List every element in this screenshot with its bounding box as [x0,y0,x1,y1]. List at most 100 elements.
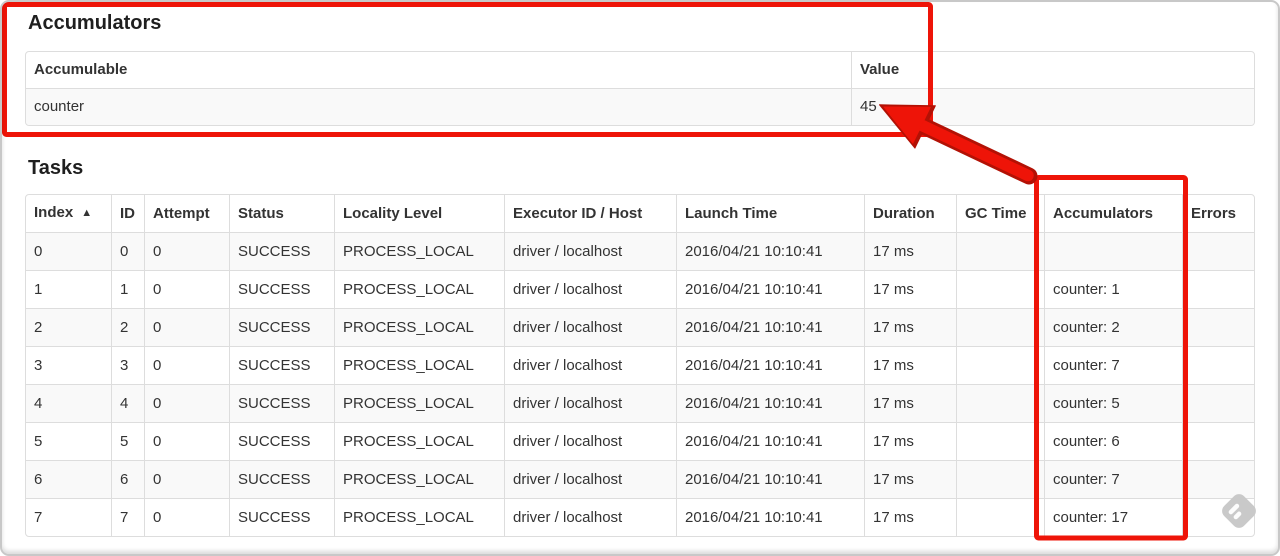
cell-attempt: 0 [144,422,229,460]
cell-launch-time: 2016/04/21 10:10:41 [676,270,864,308]
accumulator-row: counter 45 [26,88,1254,125]
cell-index: 5 [26,422,111,460]
cell-errors [1182,422,1254,460]
cell-status: SUCCESS [229,422,334,460]
cell-duration: 17 ms [864,384,956,422]
cell-executor: driver / localhost [504,498,676,536]
cell-gc-time [956,270,1044,308]
cell-launch-time: 2016/04/21 10:10:41 [676,346,864,384]
cell-attempt: 0 [144,346,229,384]
cell-status: SUCCESS [229,460,334,498]
tasks-heading: Tasks [28,157,84,179]
accumulators-heading: Accumulators [28,12,162,34]
cell-launch-time: 2016/04/21 10:10:41 [676,232,864,270]
col-index-label: Index [34,204,74,221]
cell-accumulators: counter: 6 [1044,422,1182,460]
task-row: 7 7 0 SUCCESS PROCESS_LOCAL driver / loc… [26,498,1254,536]
cell-locality: PROCESS_LOCAL [334,270,504,308]
cell-index: 3 [26,346,111,384]
cell-index: 4 [26,384,111,422]
cell-index: 0 [26,232,111,270]
task-row: 0 0 0 SUCCESS PROCESS_LOCAL driver / loc… [26,232,1254,270]
cell-duration: 17 ms [864,422,956,460]
cell-attempt: 0 [144,460,229,498]
cell-status: SUCCESS [229,498,334,536]
cell-id: 4 [111,384,144,422]
cell-status: SUCCESS [229,384,334,422]
cell-launch-time: 2016/04/21 10:10:41 [676,498,864,536]
cell-executor: driver / localhost [504,422,676,460]
cell-index: 1 [26,270,111,308]
cell-duration: 17 ms [864,232,956,270]
cell-accumulable-value: 45 [851,88,1254,125]
cell-attempt: 0 [144,384,229,422]
cell-gc-time [956,384,1044,422]
cell-accumulators: counter: 1 [1044,270,1182,308]
cell-duration: 17 ms [864,346,956,384]
cell-errors [1182,308,1254,346]
cell-locality: PROCESS_LOCAL [334,460,504,498]
cell-accumulators: counter: 17 [1044,498,1182,536]
cell-status: SUCCESS [229,270,334,308]
cell-attempt: 0 [144,270,229,308]
col-executor-id-host[interactable]: Executor ID / Host [504,195,676,232]
cell-locality: PROCESS_LOCAL [334,308,504,346]
cell-executor: driver / localhost [504,270,676,308]
col-launch-time[interactable]: Launch Time [676,195,864,232]
cell-index: 2 [26,308,111,346]
sort-ascending-icon: ▲ [81,207,93,219]
cell-status: SUCCESS [229,346,334,384]
col-duration[interactable]: Duration [864,195,956,232]
col-gc-time[interactable]: GC Time [956,195,1044,232]
cell-executor: driver / localhost [504,232,676,270]
col-value: Value [851,52,1254,88]
spark-ui-page: Accumulators Accumulable Value counter 4… [0,0,1280,556]
cell-locality: PROCESS_LOCAL [334,384,504,422]
cell-duration: 17 ms [864,498,956,536]
tasks-header-row: Index ▲ ID Attempt Status Locality Level … [26,195,1254,232]
cell-accumulators: counter: 7 [1044,460,1182,498]
cell-attempt: 0 [144,232,229,270]
cell-accumulators: counter: 7 [1044,346,1182,384]
col-status[interactable]: Status [229,195,334,232]
task-row: 5 5 0 SUCCESS PROCESS_LOCAL driver / loc… [26,422,1254,460]
cell-executor: driver / localhost [504,384,676,422]
cell-id: 0 [111,232,144,270]
col-id[interactable]: ID [111,195,144,232]
col-accumulators[interactable]: Accumulators [1044,195,1182,232]
cell-accumulators: counter: 5 [1044,384,1182,422]
cell-id: 2 [111,308,144,346]
cell-accumulators [1044,232,1182,270]
cell-errors [1182,460,1254,498]
cell-id: 6 [111,460,144,498]
cell-launch-time: 2016/04/21 10:10:41 [676,422,864,460]
cell-accumulable-name: counter [26,88,851,125]
cell-launch-time: 2016/04/21 10:10:41 [676,460,864,498]
cell-gc-time [956,308,1044,346]
col-attempt[interactable]: Attempt [144,195,229,232]
cell-executor: driver / localhost [504,308,676,346]
accumulators-header-row: Accumulable Value [26,52,1254,88]
task-row: 6 6 0 SUCCESS PROCESS_LOCAL driver / loc… [26,460,1254,498]
cell-id: 3 [111,346,144,384]
cell-locality: PROCESS_LOCAL [334,498,504,536]
cell-locality: PROCESS_LOCAL [334,346,504,384]
cell-attempt: 0 [144,498,229,536]
col-locality-level[interactable]: Locality Level [334,195,504,232]
task-row: 3 3 0 SUCCESS PROCESS_LOCAL driver / loc… [26,346,1254,384]
cell-errors [1182,498,1254,536]
cell-id: 5 [111,422,144,460]
cell-errors [1182,232,1254,270]
cell-duration: 17 ms [864,308,956,346]
cell-gc-time [956,346,1044,384]
cell-gc-time [956,422,1044,460]
cell-errors [1182,346,1254,384]
cell-id: 1 [111,270,144,308]
col-errors[interactable]: Errors [1182,195,1254,232]
cell-gc-time [956,232,1044,270]
cell-locality: PROCESS_LOCAL [334,232,504,270]
cell-launch-time: 2016/04/21 10:10:41 [676,308,864,346]
col-accumulable: Accumulable [34,61,128,78]
col-index[interactable]: Index ▲ [26,195,111,232]
cell-executor: driver / localhost [504,346,676,384]
